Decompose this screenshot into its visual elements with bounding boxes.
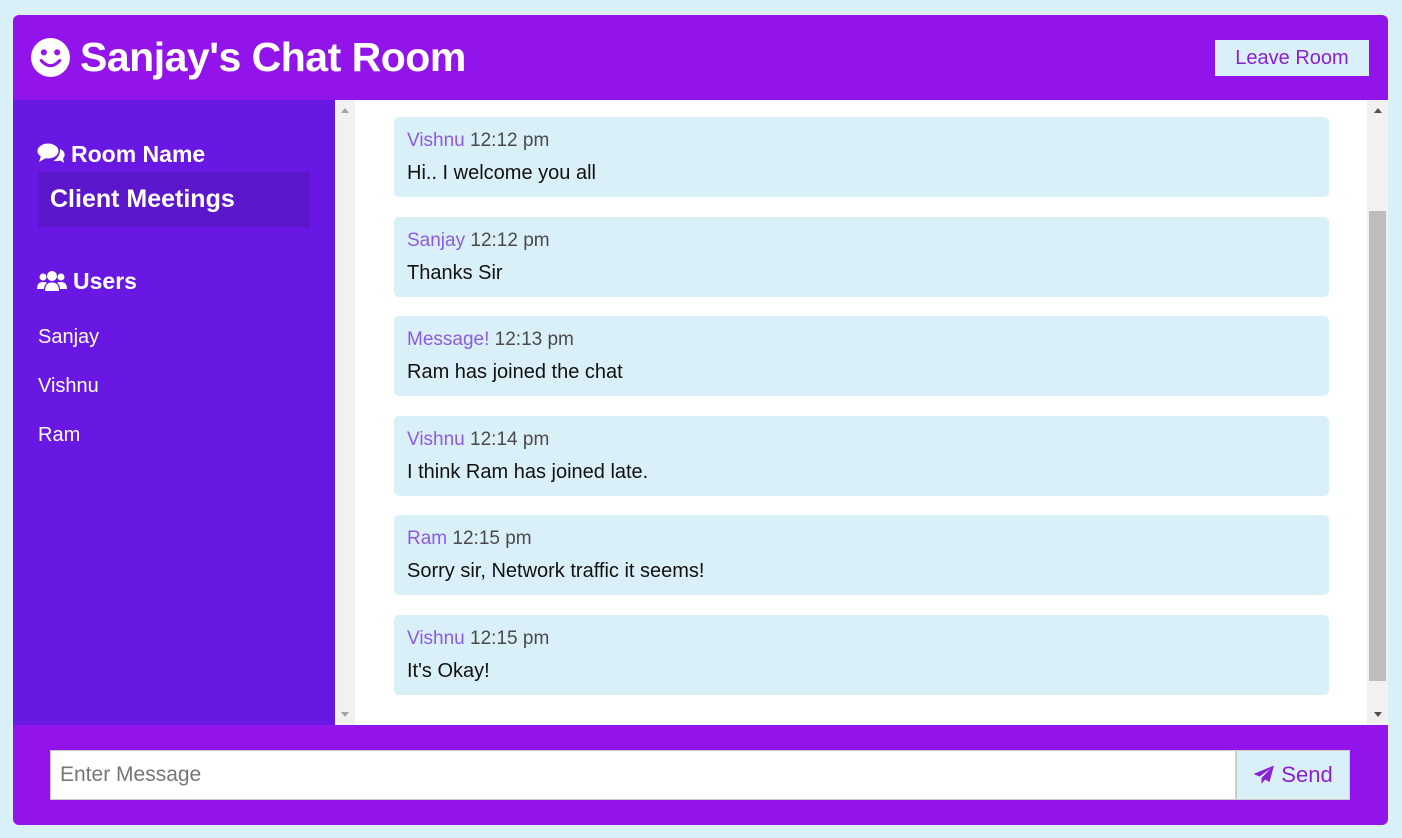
user-item: Ram	[38, 424, 81, 446]
message-text: It's Okay!	[407, 660, 490, 682]
message-meta: Vishnu 12:15 pm	[407, 627, 549, 651]
message-input[interactable]	[50, 750, 1236, 800]
message-time: 12:15 pm	[452, 528, 532, 549]
room-name: Client Meetings	[38, 172, 310, 227]
chat-messages[interactable]: Vishnu 12:12 pm Hi.. I welcome you all S…	[355, 100, 1367, 725]
message-time: 12:14 pm	[470, 429, 550, 450]
messages-scrollbar[interactable]	[1367, 100, 1388, 725]
paper-plane-icon	[1253, 765, 1275, 784]
message-time: 12:13 pm	[494, 329, 574, 350]
send-button[interactable]: Send	[1236, 750, 1350, 800]
message-meta: Ram 12:15 pm	[407, 527, 532, 551]
message: Vishnu 12:12 pm Hi.. I welcome you all	[394, 117, 1329, 197]
message-text: Sorry sir, Network traffic it seems!	[407, 560, 705, 582]
comments-icon	[37, 143, 65, 163]
message-author: Vishnu	[407, 130, 465, 151]
room-name-heading-label: Room Name	[71, 141, 206, 167]
scroll-up-arrow[interactable]	[1373, 108, 1382, 113]
message: Sanjay 12:12 pm Thanks Sir	[394, 217, 1329, 297]
message-author: Sanjay	[407, 230, 466, 251]
message: Ram 12:15 pm Sorry sir, Network traffic …	[394, 515, 1329, 595]
smile-icon	[31, 38, 70, 77]
message-meta: Vishnu 12:14 pm	[407, 428, 549, 452]
message-time: 12:15 pm	[470, 628, 550, 649]
leave-room-button[interactable]: Leave Room	[1215, 40, 1369, 76]
users-heading-label: Users	[73, 268, 137, 294]
message-text: Thanks Sir	[407, 262, 503, 284]
message-author: Ram	[407, 528, 448, 549]
scroll-down-arrow[interactable]	[1373, 712, 1382, 717]
message-text: I think Ram has joined late.	[407, 461, 649, 483]
message: Vishnu 12:14 pm I think Ram has joined l…	[394, 416, 1329, 496]
page-title: Sanjay's Chat Room	[80, 34, 466, 80]
user-item: Vishnu	[38, 375, 99, 397]
message-text: Hi.. I welcome you all	[407, 162, 596, 184]
chat-header: Sanjay's Chat Room Leave Room	[13, 15, 1388, 100]
sidebar: Room Name Client Meetings Users Sanjay V…	[13, 100, 335, 725]
chat-container: Sanjay's Chat Room Leave Room Room Name …	[13, 15, 1388, 825]
message-time: 12:12 pm	[470, 230, 550, 251]
scroll-up-arrow[interactable]	[341, 108, 349, 113]
message-author: Vishnu	[407, 628, 465, 649]
message-form: Send	[13, 725, 1388, 825]
message-text: Ram has joined the chat	[407, 361, 623, 383]
send-button-label: Send	[1281, 762, 1333, 787]
message: Vishnu 12:15 pm It's Okay!	[394, 615, 1329, 695]
message-meta: Sanjay 12:12 pm	[407, 229, 550, 253]
message-author: Message!	[407, 329, 490, 350]
user-item: Sanjay	[38, 326, 100, 348]
message-time: 12:12 pm	[470, 130, 550, 151]
message-author: Vishnu	[407, 429, 465, 450]
message: Message! 12:13 pm Ram has joined the cha…	[394, 316, 1329, 396]
message-meta: Message! 12:13 pm	[407, 328, 574, 352]
scroll-down-arrow[interactable]	[341, 712, 349, 717]
users-icon	[37, 271, 67, 291]
users-heading: Users	[37, 266, 137, 296]
sidebar-scrollbar[interactable]	[335, 100, 355, 725]
message-meta: Vishnu 12:12 pm	[407, 129, 549, 153]
room-name-heading: Room Name	[37, 139, 205, 169]
scrollbar-thumb[interactable]	[1369, 211, 1386, 681]
